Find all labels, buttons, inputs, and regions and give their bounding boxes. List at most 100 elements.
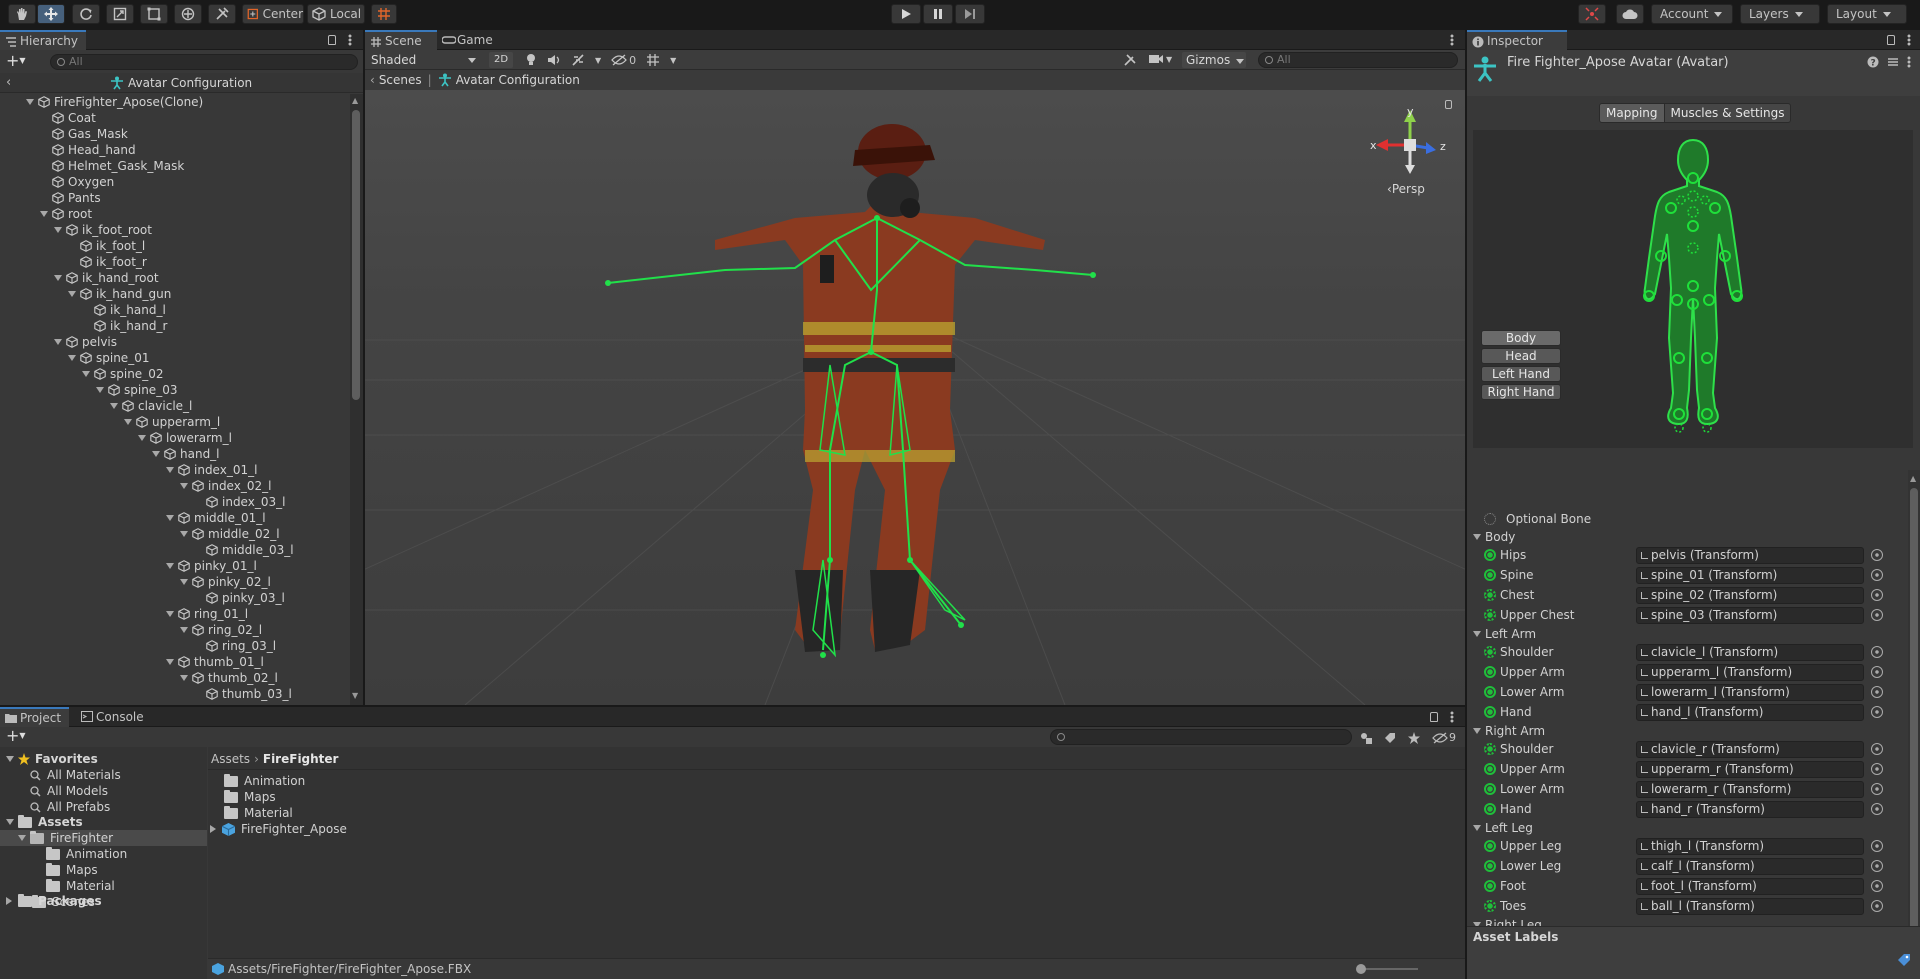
hierarchy-item[interactable]: root: [0, 206, 92, 222]
play-button[interactable]: [891, 4, 921, 24]
bone-section-header[interactable]: Body: [1467, 528, 1515, 546]
bone-section-header[interactable]: Right Arm: [1467, 722, 1545, 740]
expand-arrow-icon[interactable]: [166, 611, 174, 617]
bone-transform-field[interactable]: upperarm_l (Transform): [1636, 664, 1864, 681]
tab-game[interactable]: Game: [437, 30, 501, 50]
expand-arrow-icon[interactable]: [166, 659, 174, 665]
hierarchy-item[interactable]: Gas_Mask: [0, 126, 128, 142]
toggle-2d-button[interactable]: 2D: [489, 52, 513, 68]
expand-arrow-icon[interactable]: [180, 675, 188, 681]
hierarchy-scrollbar[interactable]: ▲ ▼: [350, 94, 363, 705]
bone-transform-field[interactable]: hand_l (Transform): [1636, 704, 1864, 721]
breadcrumb-avatar-config[interactable]: Avatar Configuration: [456, 73, 580, 87]
tab-inspector[interactable]: Inspector: [1467, 30, 1567, 50]
bone-transform-field[interactable]: clavicle_r (Transform): [1636, 741, 1864, 758]
body-part-button[interactable]: Left Hand: [1481, 366, 1561, 382]
hierarchy-item[interactable]: Head_hand: [0, 142, 136, 158]
body-part-button[interactable]: Right Hand: [1481, 384, 1561, 400]
expand-arrow-icon[interactable]: [180, 579, 188, 585]
expand-arrow-icon[interactable]: [54, 275, 62, 281]
custom-tool-button[interactable]: [208, 4, 236, 24]
bone-dot-icon[interactable]: [1484, 666, 1496, 678]
tab-scene[interactable]: Scene: [365, 30, 437, 50]
bone-section-header[interactable]: Left Leg: [1467, 819, 1533, 837]
bone-dot-icon[interactable]: [1484, 840, 1496, 852]
hierarchy-item[interactable]: pinky_02_l: [0, 574, 271, 590]
hierarchy-item[interactable]: index_02_l: [0, 478, 271, 494]
orientation-gizmo[interactable]: x y z: [1370, 105, 1450, 190]
layout-dropdown[interactable]: Layout: [1827, 4, 1907, 24]
hierarchy-item[interactable]: ik_hand_gun: [0, 286, 171, 302]
grid-snap-button[interactable]: [371, 4, 397, 24]
pivot-rotation-toggle[interactable]: Local: [307, 4, 365, 24]
expand-arrow-icon[interactable]: [54, 339, 62, 345]
object-picker-icon[interactable]: [1871, 880, 1883, 892]
move-tool-button[interactable]: [37, 4, 65, 24]
help-icon[interactable]: ?: [1867, 56, 1879, 68]
hand-tool-button[interactable]: [8, 4, 36, 24]
bone-dot-icon[interactable]: [1484, 860, 1496, 872]
filter-by-type-icon[interactable]: [1360, 732, 1372, 744]
bone-transform-field[interactable]: ball_l (Transform): [1636, 898, 1864, 915]
pivot-mode-toggle[interactable]: Center: [242, 4, 304, 24]
hierarchy-item[interactable]: index_03_l: [0, 494, 285, 510]
hierarchy-item[interactable]: pinky_03_l: [0, 590, 285, 606]
object-picker-icon[interactable]: [1871, 686, 1883, 698]
hierarchy-item[interactable]: pinky_01_l: [0, 558, 257, 574]
lighting-icon[interactable]: [525, 53, 537, 67]
grid-toggle-icon[interactable]: [646, 53, 660, 67]
hierarchy-item[interactable]: ring_02_l: [0, 622, 262, 638]
effects-dropdown-icon[interactable]: ▼: [595, 56, 601, 65]
hierarchy-search-input[interactable]: All: [50, 54, 358, 70]
assets-header[interactable]: Assets: [6, 814, 83, 830]
collab-button[interactable]: [1578, 4, 1606, 24]
object-picker-icon[interactable]: [1871, 549, 1883, 561]
expand-arrow-icon[interactable]: [166, 515, 174, 521]
hierarchy-item[interactable]: FireFighter_Apose(Clone): [0, 94, 203, 110]
lock-icon[interactable]: [328, 35, 336, 45]
hierarchy-item[interactable]: ik_foot_l: [0, 238, 145, 254]
tab-console[interactable]: Console: [76, 707, 152, 727]
inspector-scrollbar[interactable]: ▲: [1908, 470, 1920, 956]
subtab-mapping[interactable]: Mapping: [1599, 103, 1665, 123]
bone-dot-icon[interactable]: [1484, 803, 1496, 815]
tools-icon[interactable]: [1123, 53, 1137, 67]
optional-bone-dot-icon[interactable]: [1484, 589, 1496, 601]
bone-transform-field[interactable]: calf_l (Transform): [1636, 858, 1864, 875]
expand-arrow-icon[interactable]: [18, 835, 26, 841]
object-picker-icon[interactable]: [1871, 840, 1883, 852]
scrollbar-thumb[interactable]: [352, 110, 360, 400]
presets-icon[interactable]: [1887, 56, 1899, 68]
scene-viewport[interactable]: x y z ‹Persp: [365, 90, 1465, 705]
project-file-item[interactable]: Material: [224, 805, 293, 821]
bone-dot-icon[interactable]: [1484, 706, 1496, 718]
hierarchy-item[interactable]: lowerarm_l: [0, 430, 232, 446]
project-file-item[interactable]: FireFighter_Apose: [210, 821, 347, 837]
body-part-button[interactable]: Body: [1481, 330, 1561, 346]
bone-transform-field[interactable]: foot_l (Transform): [1636, 878, 1864, 895]
pause-button[interactable]: [923, 4, 953, 24]
hierarchy-item[interactable]: middle_02_l: [0, 526, 280, 542]
object-picker-icon[interactable]: [1871, 803, 1883, 815]
expand-arrow-icon[interactable]: [166, 563, 174, 569]
object-picker-icon[interactable]: [1871, 783, 1883, 795]
expand-arrow-icon[interactable]: [180, 627, 188, 633]
bone-transform-field[interactable]: spine_02 (Transform): [1636, 587, 1864, 604]
bone-transform-field[interactable]: spine_01 (Transform): [1636, 567, 1864, 584]
scene-search-input[interactable]: All: [1258, 52, 1458, 68]
bone-transform-field[interactable]: upperarm_r (Transform): [1636, 761, 1864, 778]
object-picker-icon[interactable]: [1871, 666, 1883, 678]
effects-icon[interactable]: [571, 53, 585, 67]
grid-dropdown-icon[interactable]: ▼: [670, 56, 676, 65]
bone-transform-field[interactable]: spine_03 (Transform): [1636, 607, 1864, 624]
object-picker-icon[interactable]: [1871, 763, 1883, 775]
expand-arrow-icon[interactable]: [40, 211, 48, 217]
slider-handle[interactable]: [1356, 964, 1366, 974]
expand-arrow-icon[interactable]: [124, 419, 132, 425]
hierarchy-item[interactable]: ik_hand_r: [0, 318, 167, 334]
hidden-packages-toggle[interactable]: 9: [1432, 731, 1456, 744]
hierarchy-item[interactable]: spine_03: [0, 382, 177, 398]
favorite-item[interactable]: All Prefabs: [30, 799, 110, 815]
object-picker-icon[interactable]: [1871, 569, 1883, 581]
optional-bone-dot-icon[interactable]: [1484, 609, 1496, 621]
